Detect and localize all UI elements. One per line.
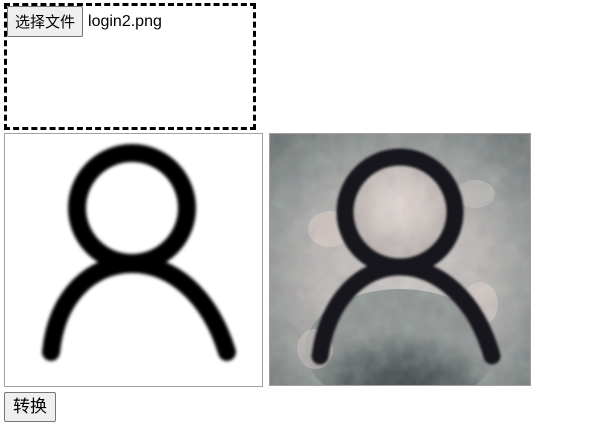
file-input[interactable]: 选择文件 login2.png: [7, 6, 162, 37]
user-icon-stylized: [270, 134, 530, 385]
user-icon: [5, 134, 262, 386]
choose-file-button[interactable]: 选择文件: [7, 6, 84, 37]
convert-button[interactable]: 转换: [4, 392, 56, 422]
selected-file-name: login2.png: [88, 12, 162, 30]
output-image: [269, 133, 531, 386]
input-image: [4, 133, 263, 387]
page: 选择文件 login2.png 转换: [0, 0, 593, 432]
